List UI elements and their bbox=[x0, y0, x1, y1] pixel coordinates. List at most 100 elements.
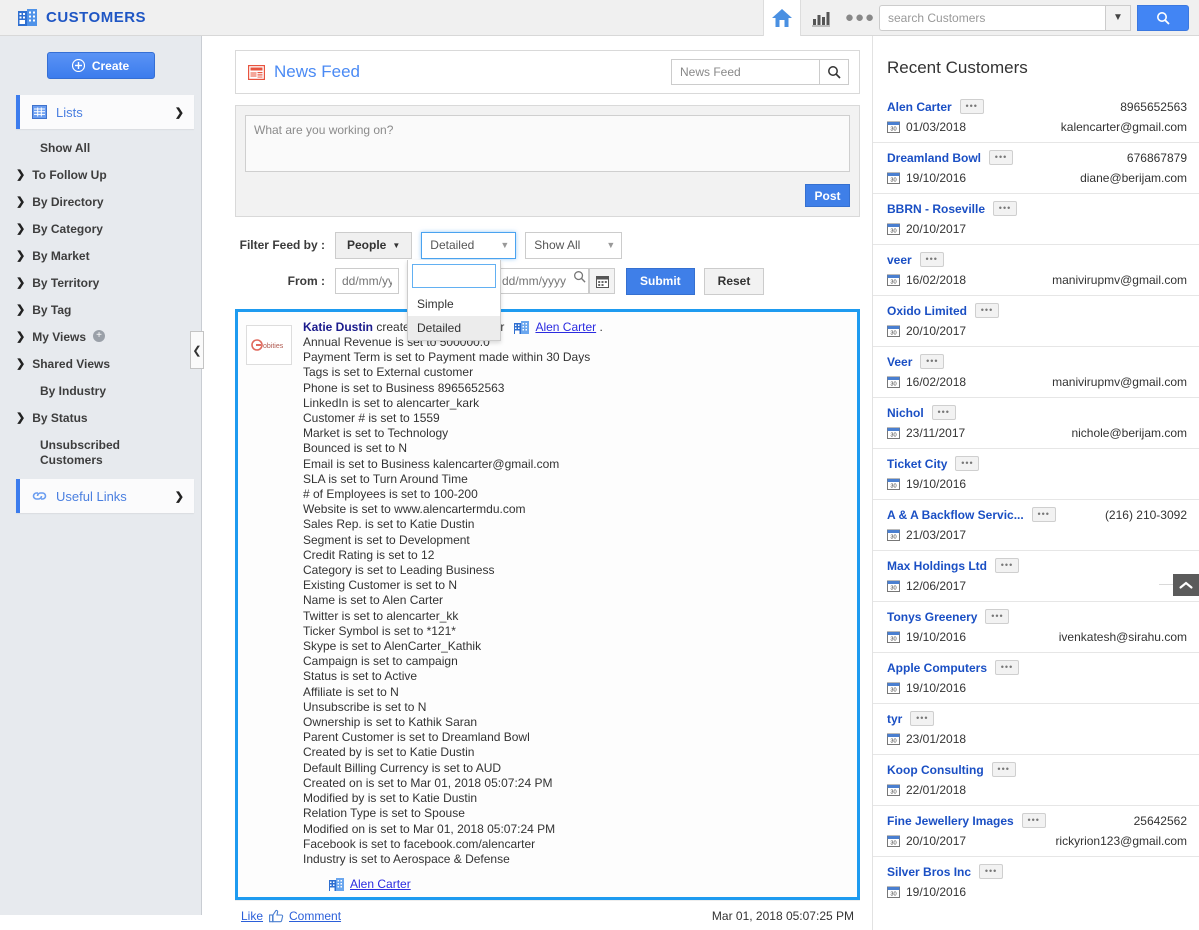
list-item[interactable]: Alen Carter ••• 8965652563 30 01/03/2018 kale… bbox=[873, 92, 1199, 142]
list-item[interactable]: Ticket City ••• 30 19/10/2016 bbox=[873, 448, 1199, 499]
from-date-input[interactable] bbox=[335, 268, 399, 294]
more-menu-button[interactable]: ●●● bbox=[841, 0, 879, 36]
list-item[interactable]: veer ••• 30 16/02/2018 manivirupmv@gmail.com bbox=[873, 244, 1199, 295]
sidebar-item-label: By Directory bbox=[32, 195, 104, 209]
customer-name-link[interactable]: Dreamland Bowl bbox=[887, 151, 981, 165]
list-item[interactable]: Oxido Limited ••• 30 20/10/2017 bbox=[873, 295, 1199, 346]
list-item[interactable]: BBRN - Roseville ••• 30 20/10/2017 bbox=[873, 193, 1199, 244]
reset-button[interactable]: Reset bbox=[703, 267, 765, 295]
feed-search-button[interactable] bbox=[819, 59, 849, 85]
sidebar-item-show-all[interactable]: Show All bbox=[0, 135, 201, 162]
customer-actions-button[interactable]: ••• bbox=[919, 252, 944, 267]
customer-name-link[interactable]: Max Holdings Ltd bbox=[887, 559, 987, 573]
sidebar-item-my-views[interactable]: ❯ My Views + bbox=[0, 324, 201, 351]
customer-name-link[interactable]: Alen Carter bbox=[887, 100, 952, 114]
customer-actions-button[interactable]: ••• bbox=[995, 558, 1019, 573]
customer-actions-button[interactable]: ••• bbox=[985, 609, 1010, 624]
post-button[interactable]: Post bbox=[805, 184, 850, 207]
customer-name-link[interactable]: Fine Jewellery Images bbox=[887, 814, 1014, 828]
customer-name-link[interactable]: Nichol bbox=[887, 406, 924, 420]
create-button[interactable]: Create bbox=[46, 52, 155, 79]
search-icon bbox=[1156, 11, 1170, 25]
customer-actions-button[interactable]: ••• bbox=[910, 711, 935, 726]
filter-show-select[interactable]: Show All ▼ bbox=[525, 231, 623, 259]
sidebar-item-label: By Tag bbox=[32, 303, 72, 317]
sidebar-item-by-market[interactable]: ❯ By Market bbox=[0, 243, 201, 270]
customer-date: 20/10/2017 bbox=[906, 834, 967, 848]
sidebar-item-unsubscribed-customers[interactable]: Unsubscribed Customers bbox=[0, 432, 160, 474]
customer-actions-button[interactable]: ••• bbox=[991, 762, 1016, 777]
like-button[interactable]: Like bbox=[241, 909, 263, 923]
list-item[interactable]: Tonys Greenery ••• 30 19/10/2016 ivenkatesh@… bbox=[873, 601, 1199, 652]
customer-actions-button[interactable]: ••• bbox=[931, 405, 956, 420]
submit-button[interactable]: Submit bbox=[626, 267, 695, 295]
customer-actions-button[interactable]: ••• bbox=[1021, 813, 1046, 828]
sidebar-group-lists[interactable]: Lists ❯ bbox=[16, 95, 194, 129]
customer-actions-button[interactable]: ••• bbox=[920, 354, 945, 369]
search-submit-button[interactable] bbox=[1137, 4, 1189, 31]
dropdown-option-simple[interactable]: Simple bbox=[408, 292, 500, 316]
customer-actions-button[interactable]: ••• bbox=[959, 99, 984, 114]
customer-actions-button[interactable]: ••• bbox=[993, 201, 1018, 216]
list-item[interactable]: Veer ••• 30 16/02/2018 manivirupmv@gmail.com bbox=[873, 346, 1199, 397]
sidebar-item-shared-views[interactable]: ❯ Shared Views bbox=[0, 351, 201, 378]
reports-button[interactable] bbox=[801, 0, 841, 36]
filter-detail-select[interactable]: Detailed ▼ bbox=[421, 231, 517, 259]
list-item[interactable]: tyr ••• 30 23/01/2018 bbox=[873, 703, 1199, 754]
post-footer-entity-link[interactable]: Alen Carter bbox=[350, 877, 411, 891]
customer-row-bottom: 30 23/01/2018 bbox=[887, 732, 1187, 746]
filter-people-dropdown[interactable]: People ▼ bbox=[335, 231, 413, 259]
comment-button[interactable]: Comment bbox=[289, 909, 341, 923]
list-item[interactable]: Apple Computers ••• 30 19/10/2016 bbox=[873, 652, 1199, 703]
sidebar-item-to-follow-up[interactable]: ❯ To Follow Up bbox=[0, 162, 201, 189]
list-item[interactable]: Koop Consulting ••• 30 22/01/2018 bbox=[873, 754, 1199, 805]
calendar-picker-button[interactable] bbox=[589, 268, 615, 294]
customer-actions-button[interactable]: ••• bbox=[989, 150, 1014, 165]
customer-actions-button[interactable]: ••• bbox=[955, 456, 980, 471]
post-detail-line: Annual Revenue is set to 500000.0 bbox=[303, 335, 490, 349]
customer-name-link[interactable]: Koop Consulting bbox=[887, 763, 984, 777]
customer-name-link[interactable]: Apple Computers bbox=[887, 661, 987, 675]
customer-actions-button[interactable]: ••• bbox=[995, 660, 1020, 675]
post-detail-line: Parent Customer is set to Dreamland Bowl bbox=[303, 730, 530, 745]
search-input[interactable] bbox=[879, 4, 1105, 31]
scroll-to-top-button[interactable] bbox=[1173, 574, 1199, 596]
customer-actions-button[interactable]: ••• bbox=[1031, 507, 1056, 522]
customer-actions-button[interactable]: ••• bbox=[979, 864, 1004, 879]
home-button[interactable] bbox=[763, 0, 801, 36]
customer-name-link[interactable]: BBRN - Roseville bbox=[887, 202, 985, 216]
customer-name-link[interactable]: A & A Backflow Servic... bbox=[887, 508, 1024, 522]
sidebar-item-by-category[interactable]: ❯ By Category bbox=[0, 216, 201, 243]
sidebar-item-label: By Category bbox=[32, 222, 103, 236]
sidebar-item-by-directory[interactable]: ❯ By Directory bbox=[0, 189, 201, 216]
list-item[interactable]: Silver Bros Inc ••• 30 19/10/2016 bbox=[873, 856, 1199, 907]
list-item[interactable]: Max Holdings Ltd ••• 30 12/06/2017 bbox=[873, 550, 1199, 601]
sidebar-item-by-tag[interactable]: ❯ By Tag bbox=[0, 297, 201, 324]
composer-textarea[interactable] bbox=[245, 115, 850, 172]
feed-post-card: obities Katie Dustin created a new custo… bbox=[235, 309, 860, 901]
customer-actions-button[interactable]: ••• bbox=[975, 303, 1000, 318]
add-view-icon[interactable]: + bbox=[93, 330, 106, 342]
customer-name-link[interactable]: Ticket City bbox=[887, 457, 947, 471]
customer-name-link[interactable]: veer bbox=[887, 253, 912, 267]
list-item[interactable]: Dreamland Bowl ••• 676867879 30 19/10/2016 di… bbox=[873, 142, 1199, 193]
sidebar-item-by-status[interactable]: ❯ By Status bbox=[0, 405, 201, 432]
list-item[interactable]: Nichol ••• 30 23/11/2017 nichole@berijam.com bbox=[873, 397, 1199, 448]
search-scope-dropdown[interactable]: ▼ bbox=[1105, 4, 1131, 31]
sidebar-collapse-handle[interactable]: ❮ bbox=[190, 331, 204, 369]
post-entity-link[interactable]: Alen Carter bbox=[535, 320, 596, 334]
feed-search-input[interactable] bbox=[671, 59, 819, 85]
customer-name-link[interactable]: Silver Bros Inc bbox=[887, 865, 971, 879]
sidebar-item-by-industry[interactable]: By Industry bbox=[0, 378, 201, 405]
dropdown-search-input[interactable] bbox=[418, 269, 573, 283]
customer-name-link[interactable]: Tonys Greenery bbox=[887, 610, 977, 624]
list-item[interactable]: A & A Backflow Servic... ••• (216) 210-309… bbox=[873, 499, 1199, 550]
list-item[interactable]: Fine Jewellery Images ••• 25642562 30 20/10/… bbox=[873, 805, 1199, 856]
customer-name-link[interactable]: Veer bbox=[887, 355, 912, 369]
sidebar-group-useful-links[interactable]: Useful Links ❯ bbox=[16, 479, 194, 513]
customer-name-link[interactable]: Oxido Limited bbox=[887, 304, 967, 318]
sidebar-item-by-territory[interactable]: ❯ By Territory bbox=[0, 270, 201, 297]
customer-name-link[interactable]: tyr bbox=[887, 712, 902, 726]
link-icon bbox=[32, 490, 47, 502]
dropdown-option-detailed[interactable]: Detailed bbox=[408, 316, 500, 340]
